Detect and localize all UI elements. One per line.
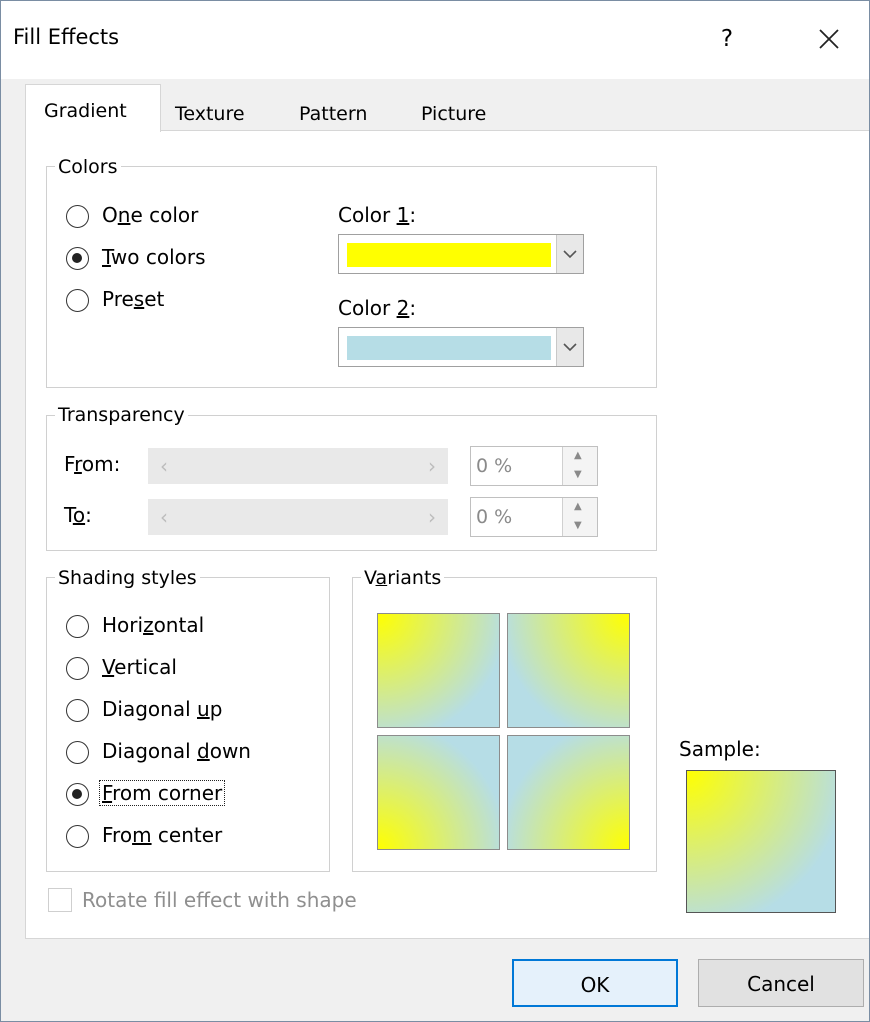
color1-dropdown[interactable] — [338, 234, 584, 274]
chevron-left-icon: ‹ — [160, 505, 168, 529]
dialog-title: Fill Effects — [13, 25, 120, 49]
color2-dropdown[interactable] — [338, 327, 584, 367]
from-spin-buttons[interactable]: ▲ ▼ — [562, 447, 597, 485]
color2-dropdown-arrow[interactable] — [556, 328, 583, 366]
sample-label: Sample: — [679, 737, 761, 761]
chevron-down-icon — [563, 250, 577, 259]
variant-bottom-left[interactable] — [377, 735, 500, 850]
radio-diagonal-down-label: Diagonal down — [102, 739, 251, 763]
close-button[interactable] — [809, 19, 849, 59]
radio-two-colors-label: Two colors — [102, 245, 206, 269]
radio-two-colors[interactable] — [66, 247, 89, 270]
help-button[interactable]: ? — [707, 19, 747, 59]
chevron-down-icon — [563, 343, 577, 352]
spin-up-icon: ▲ — [574, 501, 582, 512]
tab-picture[interactable]: Picture — [421, 97, 486, 131]
radio-one-color-label: One color — [102, 203, 199, 227]
to-label: To: — [64, 503, 92, 527]
radio-selected-dot — [72, 789, 82, 799]
color2-label: Color 2: — [338, 296, 417, 320]
rotate-fill-label: Rotate fill effect with shape — [82, 888, 357, 912]
radio-from-corner[interactable] — [66, 783, 89, 806]
close-icon — [819, 29, 839, 49]
to-value: 0 % — [476, 506, 513, 528]
to-slider[interactable]: ‹ › — [148, 499, 448, 535]
radio-vertical-label: Vertical — [102, 655, 177, 679]
title-bar: Fill Effects ? — [1, 1, 869, 79]
color2-swatch — [347, 336, 551, 360]
radio-vertical[interactable] — [66, 657, 89, 680]
variant-top-left[interactable] — [377, 613, 500, 728]
radio-from-corner-label: From corner — [99, 780, 226, 806]
color1-label: Color 1: — [338, 203, 417, 227]
variants-group-label: Variants — [361, 567, 445, 589]
radio-one-color[interactable] — [66, 205, 89, 228]
radio-from-center[interactable] — [66, 825, 89, 848]
from-spinner[interactable]: 0 % ▲ ▼ — [470, 446, 598, 486]
color1-swatch — [347, 243, 551, 267]
ok-button[interactable]: OK — [512, 959, 678, 1007]
shading-styles-group-label: Shading styles — [55, 567, 200, 589]
tab-texture[interactable]: Texture — [175, 97, 245, 131]
sample-preview — [686, 770, 836, 913]
rotate-fill-checkbox[interactable] — [48, 888, 72, 912]
to-spinner[interactable]: 0 % ▲ ▼ — [470, 497, 598, 537]
tab-gradient[interactable]: Gradient — [25, 84, 161, 132]
radio-horizontal-label: Horizontal — [102, 613, 205, 637]
chevron-right-icon: › — [428, 505, 436, 529]
from-slider[interactable]: ‹ › — [148, 448, 448, 484]
radio-from-center-label: From center — [102, 823, 223, 847]
from-label: From: — [64, 452, 121, 476]
color1-dropdown-arrow[interactable] — [556, 235, 583, 273]
variant-top-right[interactable] — [507, 613, 630, 728]
tab-pattern[interactable]: Pattern — [299, 97, 367, 131]
radio-diagonal-down[interactable] — [66, 741, 89, 764]
radio-diagonal-up[interactable] — [66, 699, 89, 722]
transparency-group-label: Transparency — [55, 404, 188, 426]
fill-effects-dialog: Fill Effects ? Gradient Texture Pattern … — [0, 0, 870, 1022]
spin-down-icon: ▼ — [574, 469, 582, 480]
cancel-button[interactable]: Cancel — [698, 959, 864, 1007]
spin-down-icon: ▼ — [574, 520, 582, 531]
radio-horizontal[interactable] — [66, 615, 89, 638]
radio-selected-dot — [72, 253, 82, 263]
spin-up-icon: ▲ — [574, 450, 582, 461]
radio-diagonal-up-label: Diagonal up — [102, 697, 223, 721]
chevron-left-icon: ‹ — [160, 454, 168, 478]
radio-preset-label: Preset — [102, 287, 165, 311]
variant-bottom-right[interactable] — [507, 735, 630, 850]
from-value: 0 % — [476, 455, 513, 477]
chevron-right-icon: › — [428, 454, 436, 478]
colors-group-label: Colors — [55, 156, 121, 178]
radio-preset[interactable] — [66, 289, 89, 312]
to-spin-buttons[interactable]: ▲ ▼ — [562, 498, 597, 536]
